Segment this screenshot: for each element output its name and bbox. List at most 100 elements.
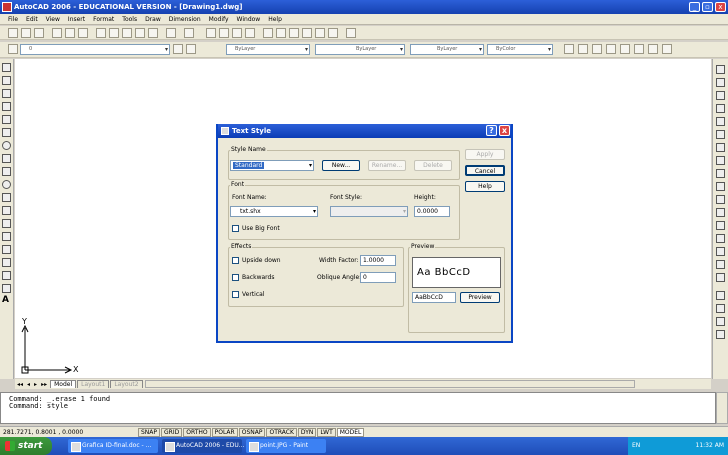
command-window[interactable]: Command: _.erase 1 found Command: style <box>0 392 716 424</box>
insert-block-icon[interactable] <box>2 206 11 215</box>
ortho-toggle[interactable]: ORTHO <box>183 427 211 437</box>
tool-palettes-icon[interactable] <box>289 28 299 38</box>
layer-manager-icon[interactable] <box>8 44 18 54</box>
lineweight-select[interactable]: ByLayer <box>410 44 484 55</box>
table-icon[interactable] <box>2 284 11 293</box>
menu-insert[interactable]: Insert <box>64 16 89 23</box>
region-icon[interactable] <box>2 271 11 280</box>
dim-style-icon[interactable] <box>606 44 616 54</box>
arc-icon[interactable] <box>2 128 11 137</box>
multiline-text-icon[interactable]: A <box>2 295 9 305</box>
tab-nav-next[interactable]: ▸ <box>32 381 39 388</box>
taskbar-autocad[interactable]: AutoCAD 2006 - EDU... <box>162 439 245 453</box>
gradient-icon[interactable] <box>2 258 11 267</box>
styles-icon-8[interactable] <box>662 44 672 54</box>
styles-icon-7[interactable] <box>648 44 658 54</box>
dialog-close-button[interactable]: x <box>499 125 510 136</box>
open-icon[interactable] <box>21 28 31 38</box>
menu-file[interactable]: File <box>4 16 22 23</box>
tab-nav-last[interactable]: ▸▸ <box>39 381 49 388</box>
scale-icon[interactable] <box>716 156 725 165</box>
apply-button[interactable]: Apply <box>465 149 505 160</box>
rectangle-icon[interactable] <box>2 115 11 124</box>
explode-icon[interactable] <box>716 273 725 282</box>
minimize-button[interactable]: _ <box>689 2 700 12</box>
zoom-realtime-icon[interactable] <box>219 28 229 38</box>
properties-icon[interactable] <box>263 28 273 38</box>
height-input[interactable]: 0.0000 <box>414 206 450 217</box>
circle-icon[interactable] <box>2 141 11 150</box>
print-icon[interactable] <box>52 28 62 38</box>
taskbar-paint[interactable]: point.JPG - Paint <box>246 439 326 453</box>
grid-toggle[interactable]: GRID <box>161 427 183 437</box>
polar-toggle[interactable]: POLAR <box>211 427 238 437</box>
extend-icon[interactable] <box>716 195 725 204</box>
redo-icon[interactable] <box>184 28 194 38</box>
dialog-help-button[interactable]: ? <box>486 125 497 136</box>
fillet-icon[interactable] <box>716 260 725 269</box>
menu-help[interactable]: Help <box>264 16 286 23</box>
styles-icon-1[interactable] <box>564 44 574 54</box>
backwards-checkbox[interactable] <box>232 274 239 281</box>
construction-line-icon[interactable] <box>2 76 11 85</box>
menu-modify[interactable]: Modify <box>205 16 233 23</box>
text-style-icon[interactable] <box>592 44 602 54</box>
line-icon[interactable] <box>2 63 11 72</box>
array-icon[interactable] <box>716 117 725 126</box>
table-style-icon[interactable] <box>620 44 630 54</box>
snap-toggle[interactable]: SNAP <box>138 427 161 437</box>
menu-view[interactable]: View <box>42 16 64 23</box>
layer-select[interactable]: 0 <box>20 44 170 55</box>
vertical-checkbox[interactable] <box>232 291 239 298</box>
point-icon[interactable] <box>2 232 11 241</box>
sheet-set-icon[interactable] <box>302 28 312 38</box>
stretch-icon[interactable] <box>716 169 725 178</box>
offset-icon[interactable] <box>716 104 725 113</box>
join-icon[interactable] <box>716 234 725 243</box>
draworder-icon-1[interactable] <box>716 291 725 300</box>
oblique-angle-input[interactable]: 0 <box>360 272 396 283</box>
trim-icon[interactable] <box>716 182 725 191</box>
ellipse-arc-icon[interactable] <box>2 193 11 202</box>
new-icon[interactable] <box>8 28 18 38</box>
cancel-button[interactable]: Cancel <box>465 165 505 176</box>
close-button[interactable]: x <box>715 2 726 12</box>
draworder-icon-4[interactable] <box>716 330 725 339</box>
style-name-select[interactable]: Standard ▾ <box>230 160 314 171</box>
font-style-select[interactable]: ▾ <box>330 206 408 217</box>
plotstyle-select[interactable]: ByColor <box>487 44 553 55</box>
save-icon[interactable] <box>34 28 44 38</box>
linetype-select[interactable]: ByLayer <box>315 44 405 55</box>
tab-nav-first[interactable]: ◂◂ <box>15 381 25 388</box>
design-center-icon[interactable] <box>276 28 286 38</box>
model-toggle[interactable]: MODEL <box>336 427 365 437</box>
menu-dimension[interactable]: Dimension <box>165 16 205 23</box>
menu-format[interactable]: Format <box>89 16 118 23</box>
delete-style-button[interactable]: Delete <box>414 160 452 171</box>
menu-edit[interactable]: Edit <box>22 16 42 23</box>
new-style-button[interactable]: New... <box>322 160 360 171</box>
print-preview-icon[interactable] <box>65 28 75 38</box>
zoom-window-icon[interactable] <box>232 28 242 38</box>
match-properties-icon[interactable] <box>135 28 145 38</box>
paste-icon[interactable] <box>122 28 132 38</box>
osnap-toggle[interactable]: OSNAP <box>238 427 266 437</box>
taskbar-word-doc[interactable]: Grafica ID-final.doc - ... <box>68 439 158 453</box>
undo-icon[interactable] <box>166 28 176 38</box>
revision-cloud-icon[interactable] <box>2 154 11 163</box>
break-at-point-icon[interactable] <box>716 208 725 217</box>
block-editor-icon[interactable] <box>148 28 158 38</box>
command-scrollbar[interactable] <box>716 392 728 424</box>
tab-model[interactable]: Model <box>50 380 77 388</box>
erase-icon[interactable] <box>716 65 725 74</box>
hatch-icon[interactable] <box>2 245 11 254</box>
tab-nav-prev[interactable]: ◂ <box>25 381 32 388</box>
pan-icon[interactable] <box>206 28 216 38</box>
rename-style-button[interactable]: Rename... <box>368 160 406 171</box>
help-button[interactable]: Help <box>465 181 505 192</box>
menu-tools[interactable]: Tools <box>118 16 141 23</box>
cut-icon[interactable] <box>96 28 106 38</box>
polygon-icon[interactable] <box>2 102 11 111</box>
preview-button[interactable]: Preview <box>460 292 500 303</box>
color-select[interactable]: ByLayer <box>226 44 310 55</box>
